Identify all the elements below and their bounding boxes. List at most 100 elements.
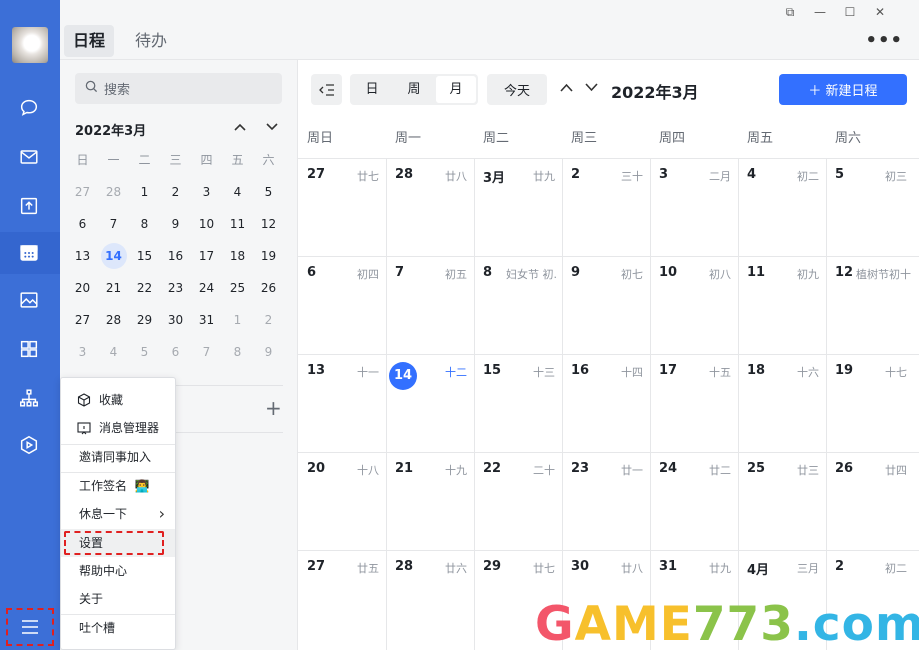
add-calendar-button[interactable]: +: [265, 396, 282, 420]
view-month-button[interactable]: 月: [436, 76, 476, 103]
search-input[interactable]: 搜索: [75, 73, 282, 104]
menu-item-about[interactable]: 关于: [61, 585, 175, 613]
org-chart-icon[interactable]: [17, 386, 41, 410]
lunar-label: 植树节初十: [856, 268, 911, 281]
lunar-label: 十三: [533, 366, 555, 379]
mini-day[interactable]: 23: [160, 280, 191, 312]
day-number: 4月: [747, 563, 770, 578]
mini-day[interactable]: 2: [160, 184, 191, 216]
mini-day[interactable]: 6: [160, 344, 191, 376]
mini-day[interactable]: 2: [253, 312, 284, 344]
collapse-icon: [318, 83, 334, 96]
mini-day[interactable]: 16: [160, 248, 191, 280]
mini-day[interactable]: 1: [129, 184, 160, 216]
mini-day[interactable]: 6: [67, 216, 98, 248]
mini-day[interactable]: 13: [67, 248, 98, 280]
next-month-button[interactable]: [585, 80, 598, 96]
mini-prev-month-button[interactable]: [234, 120, 246, 135]
mini-day[interactable]: 14: [98, 243, 129, 280]
more-options-icon[interactable]: •••: [865, 30, 903, 51]
mini-day[interactable]: 11: [222, 216, 253, 248]
mini-day[interactable]: 27: [67, 312, 98, 344]
play-icon[interactable]: [17, 433, 41, 457]
tab-schedule[interactable]: 日程: [64, 25, 115, 57]
menu-item-work-signature[interactable]: 工作签名 👨‍💻: [61, 472, 175, 500]
mini-day[interactable]: 20: [67, 280, 98, 312]
view-day-button[interactable]: 日: [352, 76, 392, 103]
mini-day[interactable]: 29: [129, 312, 160, 344]
mini-day[interactable]: 31: [191, 312, 222, 344]
day-number: 16: [571, 363, 590, 378]
mini-day[interactable]: 8: [129, 216, 160, 248]
mini-day[interactable]: 12: [253, 216, 284, 248]
mini-day[interactable]: 18: [222, 248, 253, 280]
today-marker: 14: [389, 362, 417, 390]
mini-day[interactable]: 9: [253, 344, 284, 376]
menu-item-favorites[interactable]: 收藏: [61, 386, 175, 414]
mini-day[interactable]: 1: [222, 312, 253, 344]
mini-day[interactable]: 28: [98, 184, 129, 216]
lunar-label: 三月: [797, 562, 819, 575]
view-week-button[interactable]: 周: [394, 76, 434, 103]
day-number: 17: [659, 363, 678, 378]
mini-day[interactable]: 10: [191, 216, 222, 248]
weekday-header: 周三: [571, 131, 598, 146]
mini-day[interactable]: 4: [98, 344, 129, 376]
pin-window-icon[interactable]: ⧉: [782, 4, 798, 20]
day-number: 10: [659, 265, 678, 280]
menu-item-invite[interactable]: 邀请同事加入: [61, 443, 175, 471]
new-event-button[interactable]: ＋ 新建日程: [779, 74, 907, 105]
menu-item-help-center[interactable]: 帮助中心: [61, 557, 175, 585]
main-menu-button[interactable]: [6, 608, 54, 646]
calendar-icon[interactable]: [17, 241, 41, 265]
mini-day[interactable]: 19: [253, 248, 284, 280]
mini-day[interactable]: 15: [129, 248, 160, 280]
mini-day[interactable]: 8: [222, 344, 253, 376]
photos-icon[interactable]: [17, 288, 41, 312]
day-number: 3: [659, 167, 669, 182]
mini-day[interactable]: 30: [160, 312, 191, 344]
mini-day[interactable]: 3: [67, 344, 98, 376]
maximize-button[interactable]: ☐: [842, 4, 858, 20]
mini-day[interactable]: 26: [253, 280, 284, 312]
highlight-annotation: [64, 531, 164, 555]
lunar-label: 初八: [709, 268, 731, 281]
lunar-label: 初五: [445, 268, 467, 281]
mini-day[interactable]: 3: [191, 184, 222, 216]
mini-day[interactable]: 7: [191, 344, 222, 376]
mini-day[interactable]: 4: [222, 184, 253, 216]
minimize-button[interactable]: —: [812, 4, 828, 20]
mini-day[interactable]: 27: [67, 184, 98, 216]
menu-item-feedback[interactable]: 吐个槽: [61, 614, 175, 642]
lunar-label: 廿四: [885, 464, 907, 477]
lunar-label: 廿五: [357, 562, 379, 575]
close-button[interactable]: ✕: [872, 4, 888, 20]
mini-day[interactable]: 5: [129, 344, 160, 376]
watermark-logo: GAME773.com: [535, 597, 919, 650]
apps-icon[interactable]: [17, 337, 41, 361]
day-number: 3月: [483, 171, 506, 186]
mini-day[interactable]: 22: [129, 280, 160, 312]
today-button[interactable]: 今天: [487, 74, 547, 105]
mini-day[interactable]: 25: [222, 280, 253, 312]
chat-icon[interactable]: [17, 96, 41, 120]
mini-day[interactable]: 24: [191, 280, 222, 312]
mini-next-month-button[interactable]: [266, 120, 278, 135]
mini-day[interactable]: 28: [98, 312, 129, 344]
day-number: 2: [571, 167, 581, 182]
avatar[interactable]: [12, 27, 48, 63]
day-number: 26: [835, 461, 854, 476]
lunar-label: 十五: [709, 366, 731, 379]
lunar-label: 廿八: [621, 562, 643, 575]
prev-month-button[interactable]: [560, 80, 573, 96]
tab-todo[interactable]: 待办: [126, 25, 176, 57]
mail-icon[interactable]: [17, 145, 41, 169]
workbench-icon[interactable]: [17, 194, 41, 218]
mini-day[interactable]: 17: [191, 248, 222, 280]
menu-item-take-break[interactable]: 休息一下 ›: [61, 500, 175, 528]
collapse-sidebar-button[interactable]: [311, 74, 342, 105]
mini-day[interactable]: 21: [98, 280, 129, 312]
mini-day[interactable]: 5: [253, 184, 284, 216]
menu-item-message-manager[interactable]: 消息管理器: [61, 414, 175, 442]
mini-day[interactable]: 9: [160, 216, 191, 248]
